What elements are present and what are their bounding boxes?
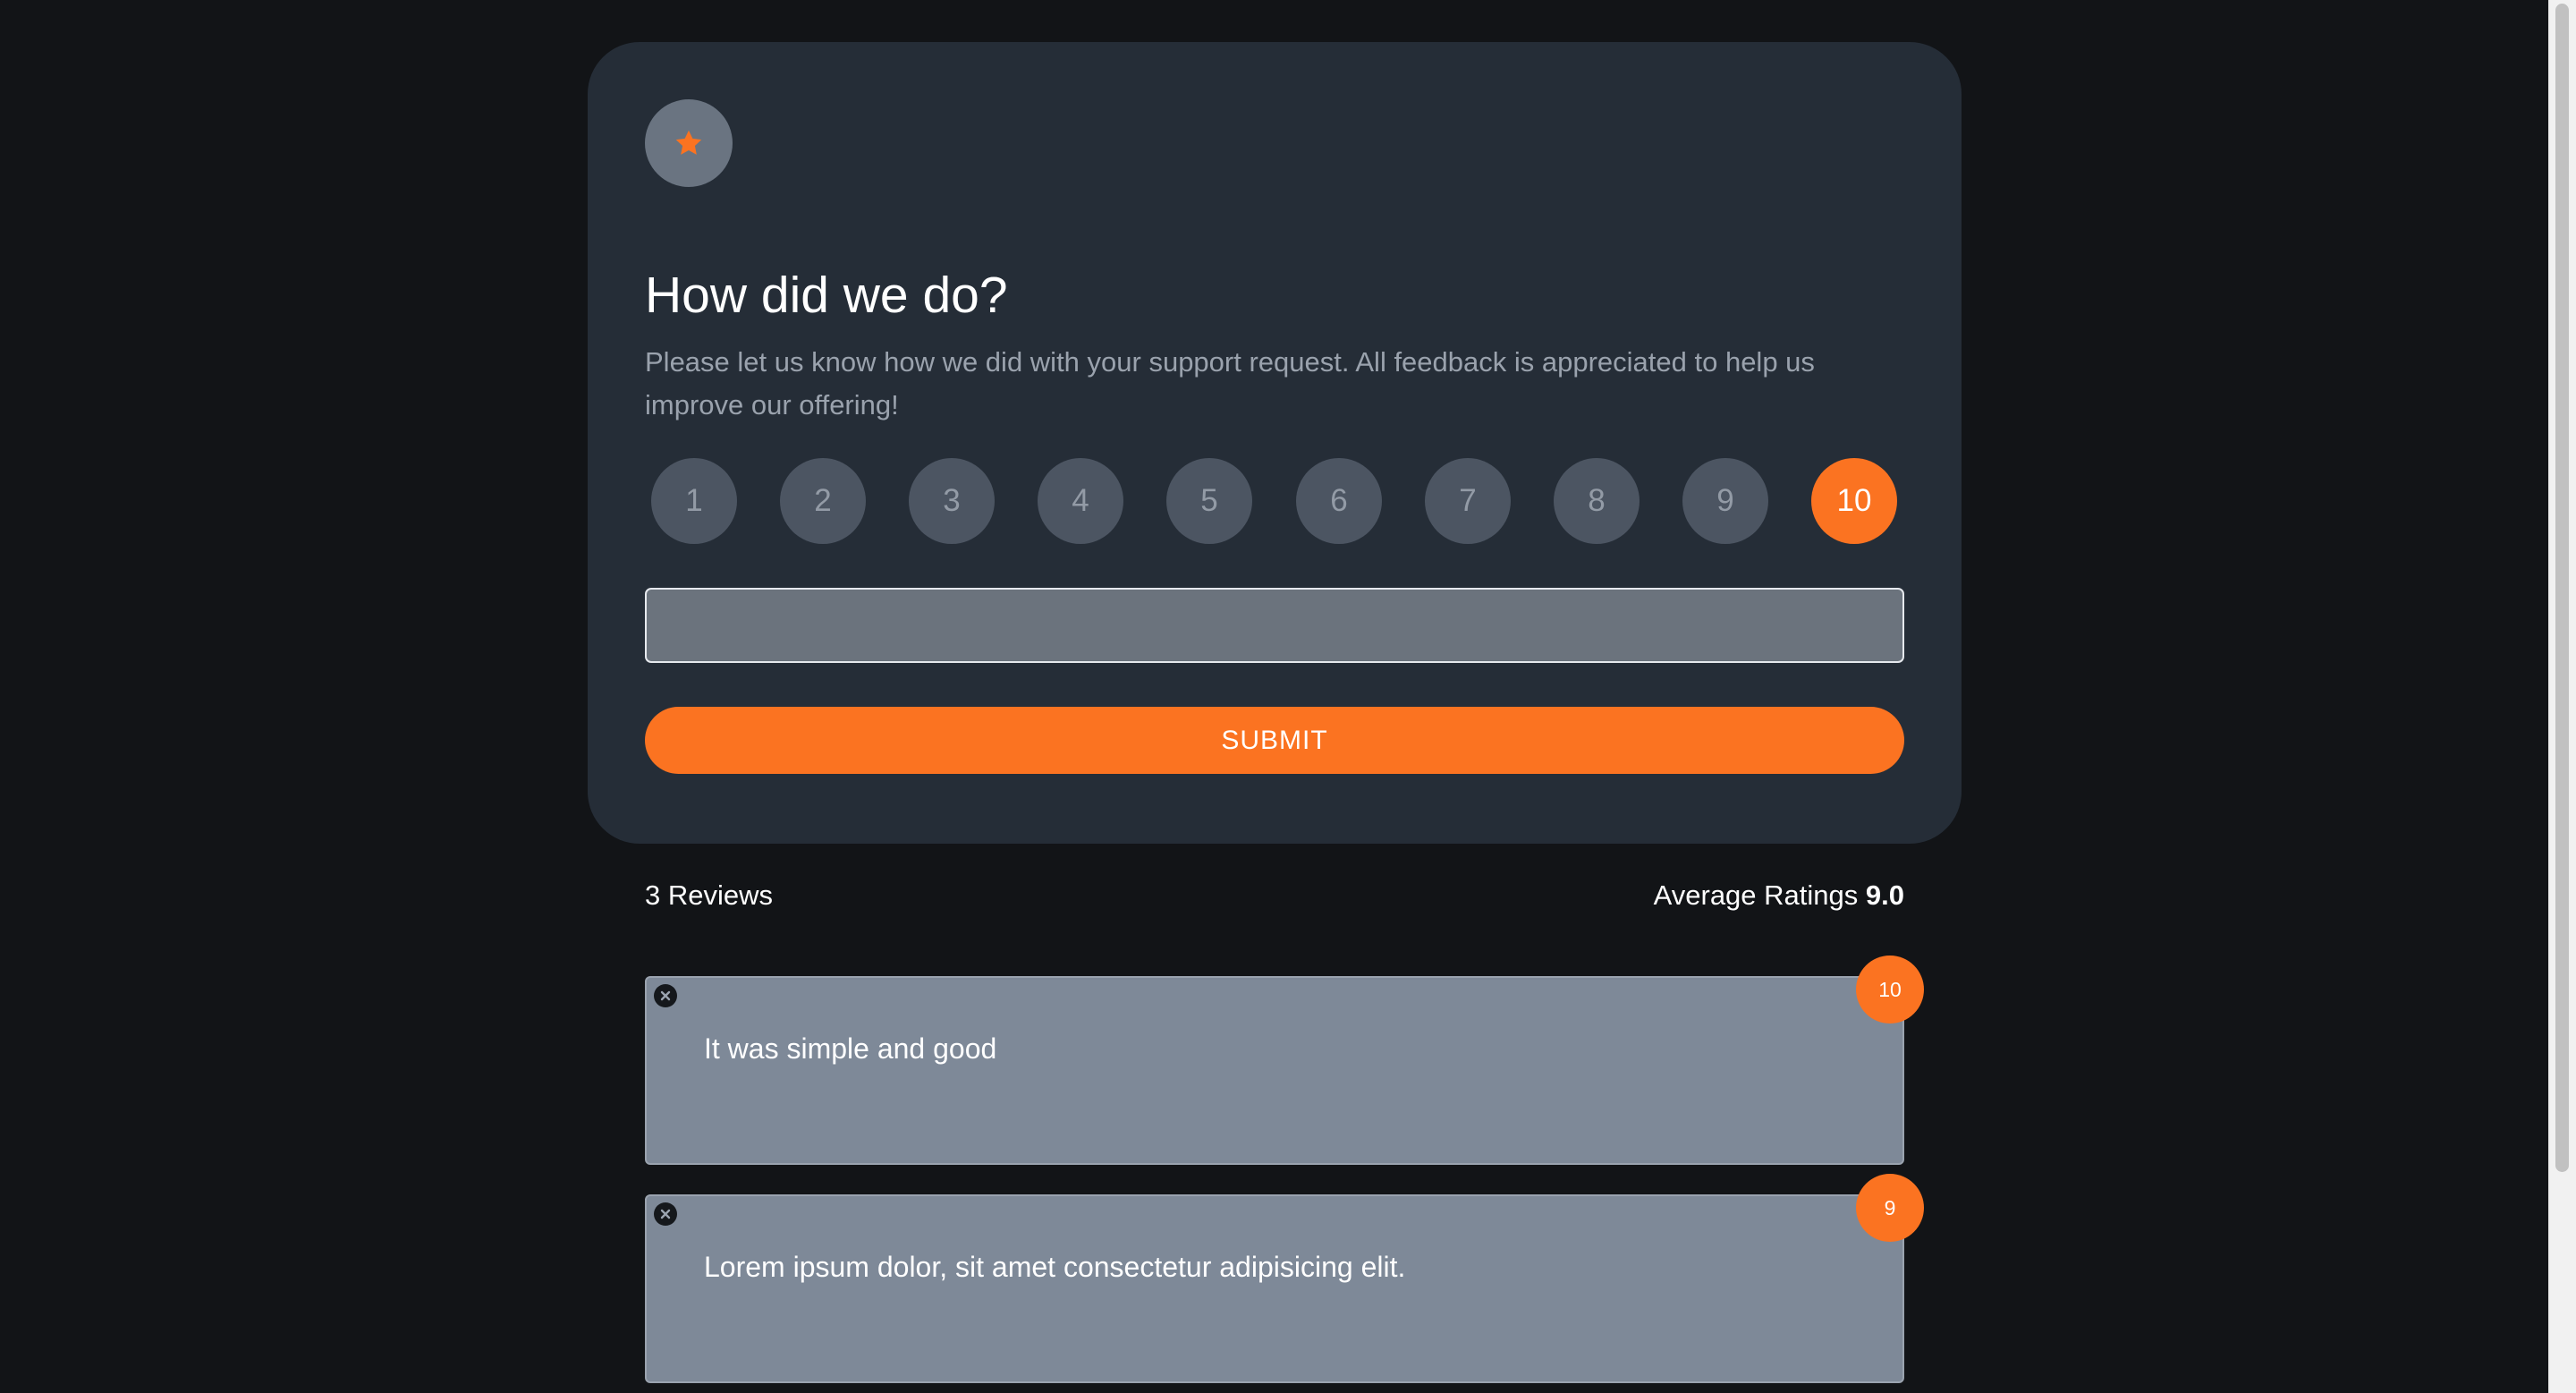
submit-button[interactable]: SUBMIT — [645, 707, 1904, 774]
feedback-page: How did we do? Please let us know how we… — [0, 0, 2576, 1393]
rating-button-2[interactable]: 2 — [780, 458, 866, 544]
scrollbar-thumb[interactable] — [2555, 4, 2569, 1172]
rating-button-1[interactable]: 1 — [651, 458, 737, 544]
rating-button-10[interactable]: 10 — [1811, 458, 1897, 544]
delete-review-button[interactable] — [654, 984, 677, 1007]
rating-button-9[interactable]: 9 — [1682, 458, 1768, 544]
review-item: Lorem ipsum dolor, sit amet consectetur … — [645, 1174, 1924, 1383]
review-rating-badge: 10 — [1856, 956, 1924, 1024]
delete-review-button[interactable] — [654, 1202, 677, 1226]
page-scrollbar[interactable] — [2548, 0, 2576, 1393]
close-icon — [660, 1209, 671, 1219]
review-input[interactable] — [645, 588, 1904, 663]
rating-button-4[interactable]: 4 — [1038, 458, 1123, 544]
description: Please let us know how we did with your … — [645, 346, 1815, 420]
page-title: How did we do? — [645, 267, 1008, 324]
rating-buttons: 1 2 3 4 5 6 7 8 9 10 — [651, 458, 1912, 544]
star-icon — [675, 130, 702, 155]
star-badge — [645, 99, 733, 187]
close-icon — [660, 990, 671, 1001]
review-rating-badge: 9 — [1856, 1174, 1924, 1242]
rating-card: How did we do? Please let us know how we… — [588, 42, 1962, 844]
rating-button-7[interactable]: 7 — [1425, 458, 1511, 544]
review-count: 3 Reviews — [645, 879, 773, 911]
rating-button-8[interactable]: 8 — [1554, 458, 1640, 544]
average-rating-label: Average Ratings — [1653, 879, 1859, 911]
review-text: Lorem ipsum dolor, sit amet consectetur … — [704, 1251, 1406, 1283]
review-item: It was simple and good 10 — [645, 956, 1924, 1165]
average-rating-value: 9.0 — [1865, 879, 1904, 911]
average-rating: Average Ratings 9.0 — [1654, 875, 1904, 916]
rating-button-3[interactable]: 3 — [909, 458, 995, 544]
rating-button-6[interactable]: 6 — [1296, 458, 1382, 544]
review-text: It was simple and good — [704, 1032, 997, 1065]
rating-button-5[interactable]: 5 — [1166, 458, 1252, 544]
